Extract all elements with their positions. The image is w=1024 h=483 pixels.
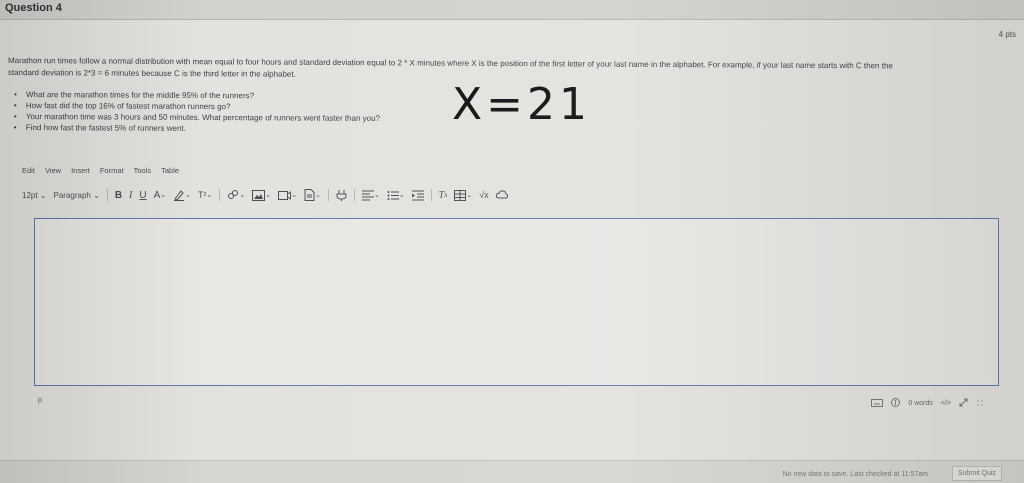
equation-icon[interactable]: √x — [479, 190, 488, 200]
menu-edit[interactable]: Edit — [22, 166, 35, 175]
editor-menubar: Edit View Insert Format Tools Table — [22, 166, 179, 175]
menu-format[interactable]: Format — [100, 166, 124, 175]
question-points: 4 pts — [998, 30, 1016, 39]
table-icon[interactable]: ⌄ — [454, 189, 472, 201]
editor-statusbar: 0 words </> — [871, 398, 984, 409]
menu-view[interactable]: View — [45, 166, 61, 175]
link-icon[interactable]: ⌄ — [227, 189, 245, 201]
question-bullets: What are the marathon times for the midd… — [14, 89, 380, 135]
menu-tools[interactable]: Tools — [134, 166, 152, 175]
font-size-value: 12pt — [22, 190, 38, 200]
document-icon[interactable]: ⌄ — [304, 189, 321, 201]
text-color-icon[interactable]: A ⌄ — [154, 190, 167, 201]
embed-icon[interactable] — [495, 190, 508, 200]
menu-insert[interactable]: Insert — [71, 166, 90, 175]
bullet-item: Find how fast the fastest 5% of runners … — [14, 122, 380, 135]
toolbar-divider — [106, 189, 108, 201]
editor-toolbar: 12pt ⌄ Paragraph ⌄ B I U A ⌄ ⌄ T² ⌄ ⌄ ⌄ ⌄ … — [22, 187, 508, 203]
question-header: Question 4 — [0, 0, 1024, 20]
block-format-select[interactable]: Paragraph ⌄ — [54, 191, 100, 200]
resize-handle-icon[interactable] — [976, 399, 984, 409]
fullscreen-icon[interactable] — [959, 398, 968, 409]
chevron-down-icon: ⌄ — [37, 190, 47, 200]
handwritten-note: X=21 — [452, 79, 591, 130]
word-count: 0 words — [908, 400, 933, 407]
answer-editor[interactable] — [34, 218, 999, 386]
bullet-list-icon[interactable]: ⌄ — [387, 190, 405, 201]
html-editor-toggle[interactable]: </> — [941, 400, 951, 407]
accessibility-icon[interactable] — [891, 398, 901, 409]
block-format-value: Paragraph — [53, 190, 91, 200]
italic-icon[interactable]: I — [129, 190, 132, 201]
media-icon[interactable]: ⌄ — [278, 190, 297, 201]
superscript-icon[interactable]: T² ⌄ — [198, 190, 212, 200]
indent-icon[interactable] — [411, 190, 424, 201]
highlight-icon[interactable]: ⌄ — [173, 189, 191, 201]
question-title: Question 4 — [5, 2, 62, 14]
submit-quiz-button[interactable]: Submit Quiz — [952, 466, 1002, 481]
clear-format-icon[interactable]: Tx — [439, 190, 448, 201]
plugin-icon[interactable] — [336, 189, 347, 201]
toolbar-divider — [327, 189, 329, 201]
editor-path-label: p — [38, 397, 42, 404]
toolbar-divider — [353, 189, 355, 201]
toolbar-divider — [219, 189, 221, 201]
keyboard-icon[interactable] — [871, 398, 884, 409]
autosave-status: No new data to save. Last checked at 11:… — [782, 471, 928, 478]
align-icon[interactable]: ⌄ — [361, 190, 380, 201]
bold-icon[interactable]: B — [115, 190, 122, 201]
image-icon[interactable]: ⌄ — [252, 189, 271, 201]
font-size-select[interactable]: 12pt ⌄ — [22, 191, 47, 200]
menu-table[interactable]: Table — [161, 166, 179, 175]
toolbar-divider — [430, 189, 432, 201]
underline-icon[interactable]: U — [139, 190, 146, 201]
chevron-down-icon: ⌄ — [90, 190, 100, 200]
